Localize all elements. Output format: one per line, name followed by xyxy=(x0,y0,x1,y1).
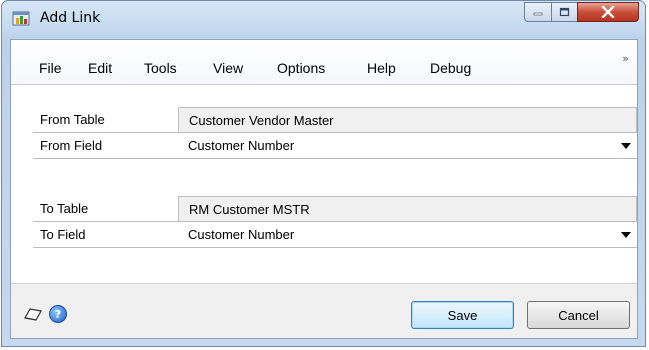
menu-tools[interactable]: Tools xyxy=(144,60,177,76)
dialog-client-area: File Edit Tools View Options Help Debug … xyxy=(10,39,638,339)
to-field-dropdown[interactable]: Customer Number xyxy=(178,222,637,248)
to-field-label: To Field xyxy=(33,222,178,248)
minimize-button[interactable] xyxy=(524,2,552,22)
close-button[interactable] xyxy=(577,2,639,22)
dialog-footer: ? Save Cancel xyxy=(11,283,637,338)
minimize-icon xyxy=(533,12,543,16)
from-field-value: Customer Number xyxy=(188,138,295,153)
title-bar[interactable]: Add Link xyxy=(2,1,645,39)
menu-overflow-icon[interactable]: » xyxy=(622,52,629,65)
window-title: Add Link xyxy=(40,10,101,26)
help-icon[interactable]: ? xyxy=(49,305,67,323)
menu-debug[interactable]: Debug xyxy=(430,60,471,76)
add-link-window: Add Link File Edit Tools View Options He… xyxy=(1,0,646,347)
menu-bar: File Edit Tools View Options Help Debug … xyxy=(11,40,637,85)
menu-help[interactable]: Help xyxy=(367,60,396,76)
menu-options[interactable]: Options xyxy=(277,60,325,76)
maximize-button[interactable] xyxy=(551,2,578,22)
save-button[interactable]: Save xyxy=(411,301,514,329)
from-field-label: From Field xyxy=(33,133,178,159)
maximize-icon xyxy=(559,7,570,17)
dropdown-arrow-icon[interactable] xyxy=(621,232,631,238)
from-table-field: Customer Vendor Master xyxy=(178,107,637,133)
menu-edit[interactable]: Edit xyxy=(88,60,112,76)
from-field-dropdown[interactable]: Customer Number xyxy=(178,133,637,159)
dropdown-arrow-icon[interactable] xyxy=(621,143,631,149)
menu-view[interactable]: View xyxy=(213,60,243,76)
cancel-button[interactable]: Cancel xyxy=(527,301,630,329)
to-table-field: RM Customer MSTR xyxy=(178,196,637,222)
menu-file[interactable]: File xyxy=(39,60,62,76)
app-icon xyxy=(12,9,32,27)
to-field-value: Customer Number xyxy=(188,227,295,242)
link-form: From Table Customer Vendor Master From F… xyxy=(11,85,637,283)
close-icon xyxy=(601,6,615,18)
from-table-label: From Table xyxy=(33,107,178,133)
to-table-label: To Table xyxy=(33,196,178,222)
note-icon[interactable] xyxy=(23,306,43,326)
